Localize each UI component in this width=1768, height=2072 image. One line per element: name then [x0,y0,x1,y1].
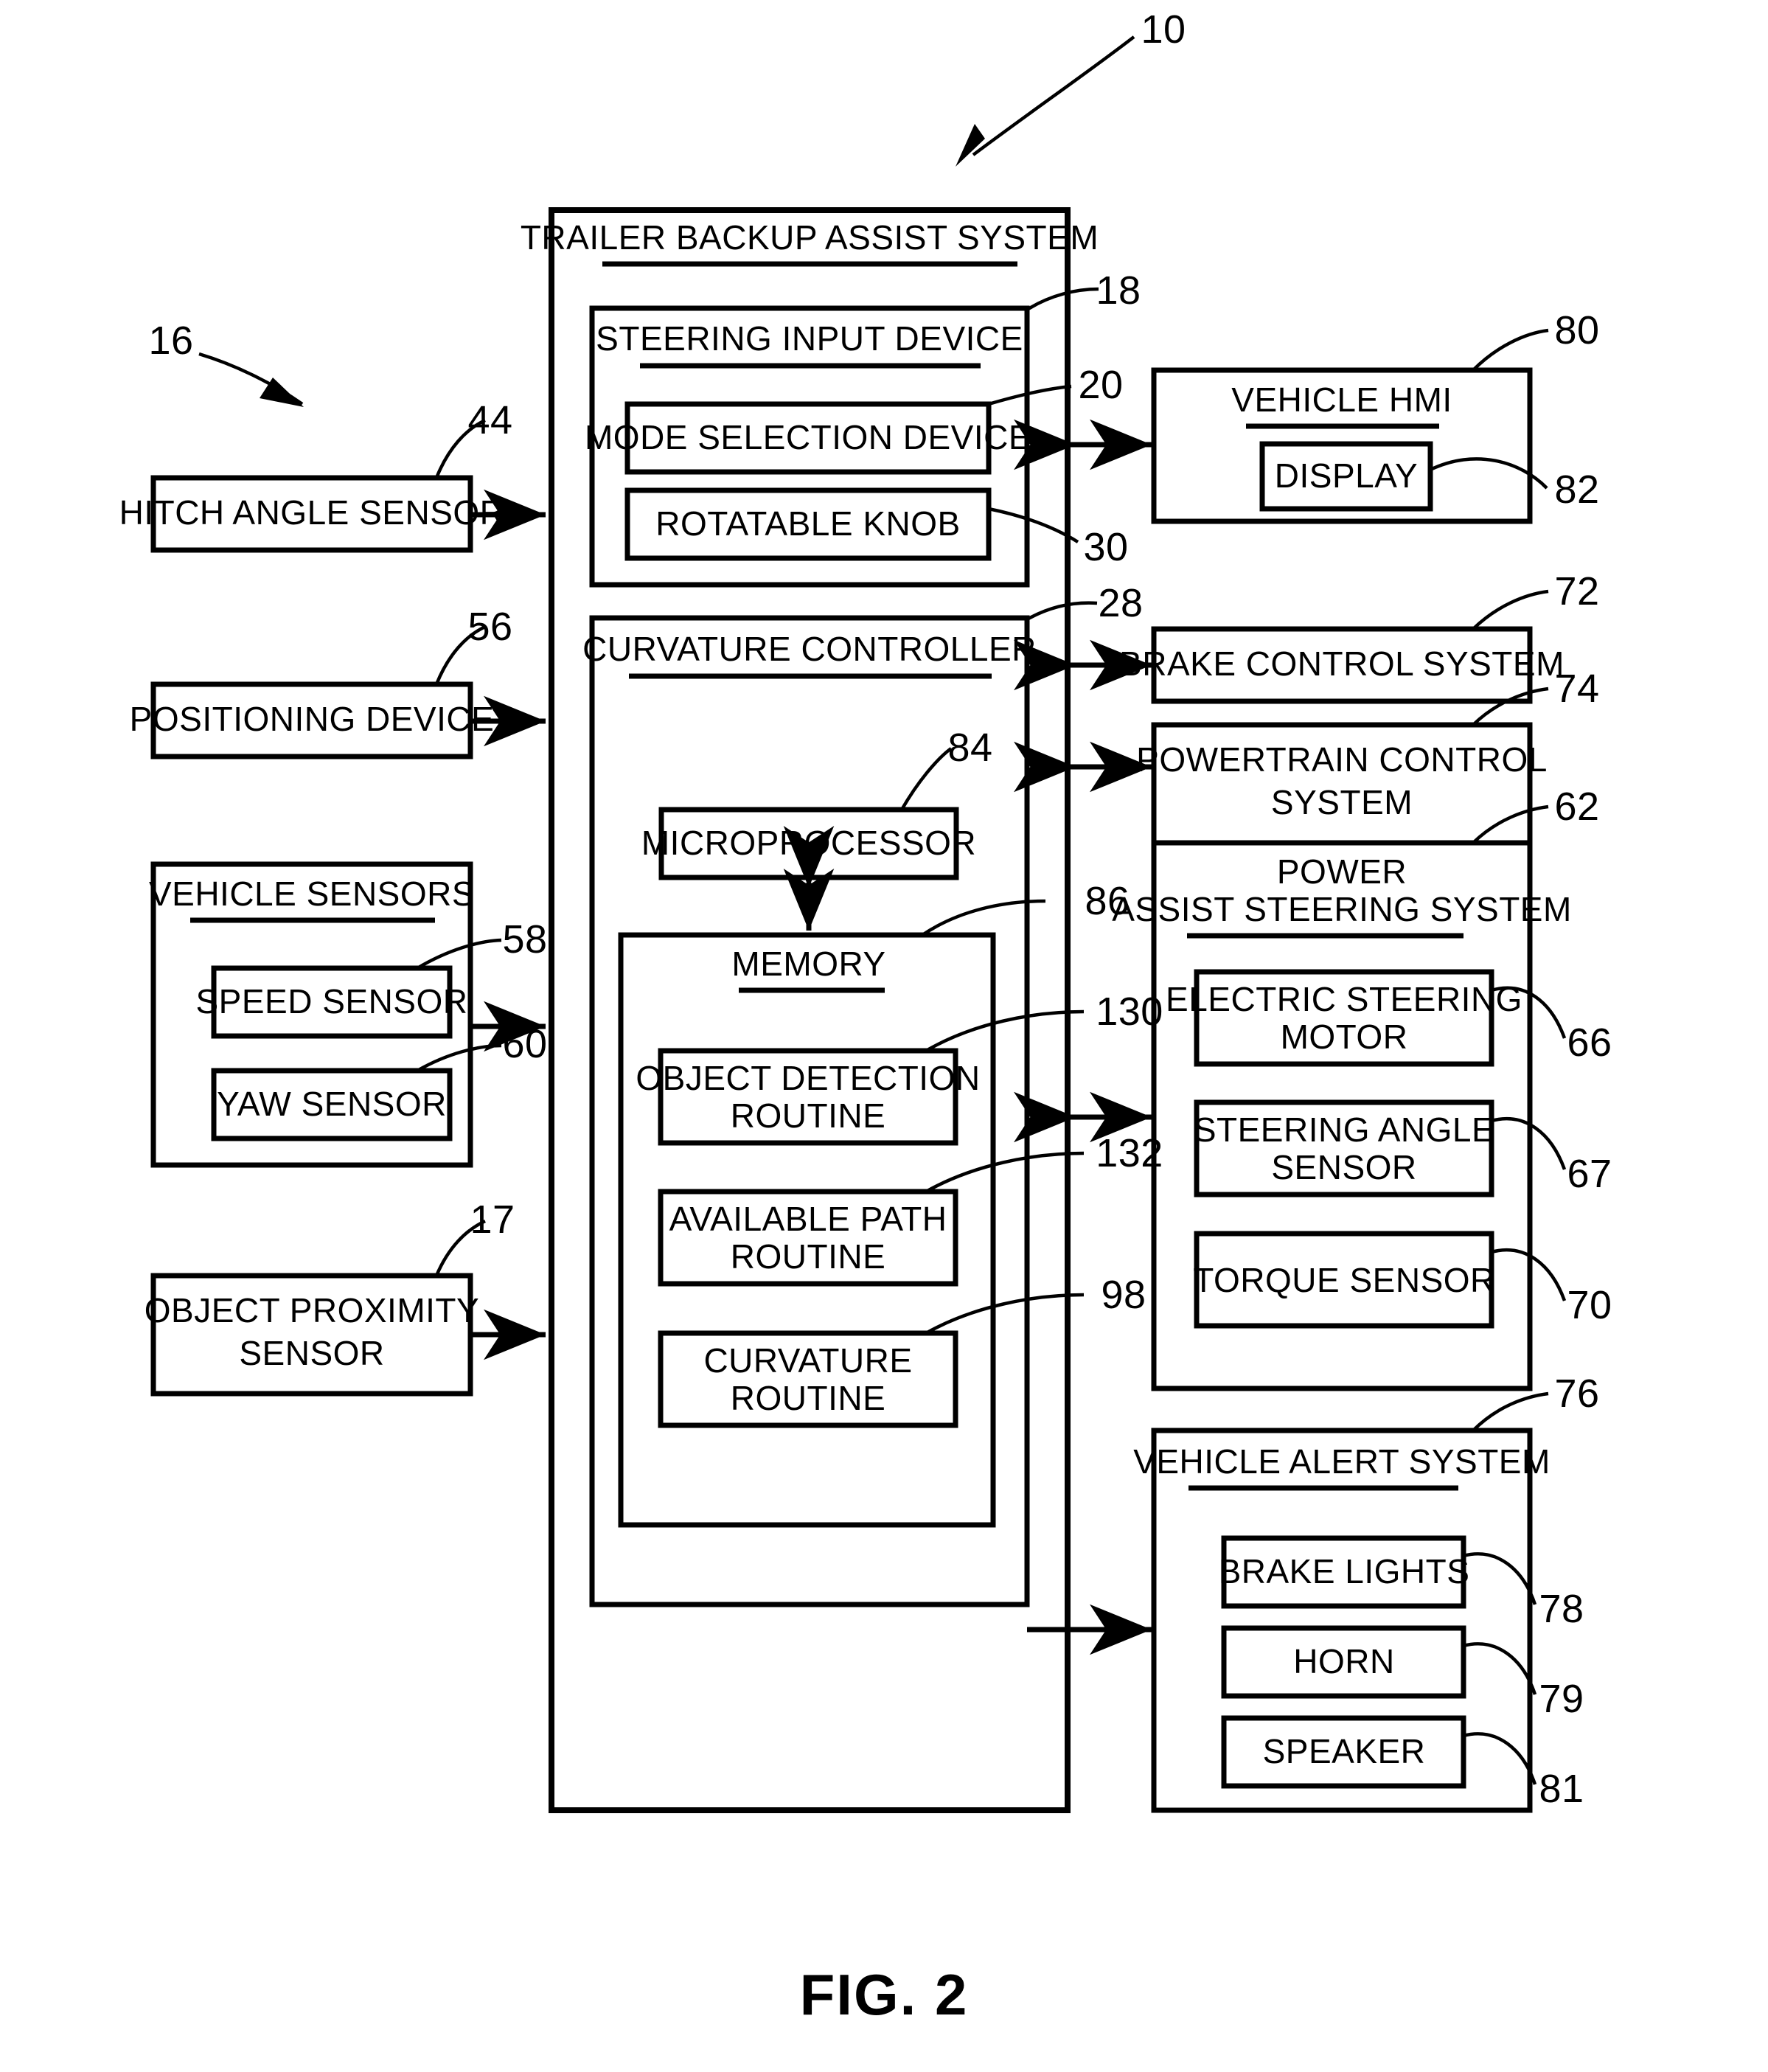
steering-angle-sensor-line1: STEERING ANGLE [1194,1110,1494,1149]
ref-20-label: 20 [1078,363,1123,407]
ref-58-label: 58 [502,917,547,962]
ref-16-leader [198,352,304,407]
ref-67-label: 67 [1567,1152,1612,1196]
object-proximity-sensor-line1: OBJECT PROXIMITY [145,1291,479,1329]
electric-steering-motor-line2: MOTOR [1281,1018,1408,1056]
ref-79-label: 79 [1539,1677,1584,1721]
ref-56-label: 56 [467,605,512,649]
speaker-label: SPEAKER [1263,1732,1426,1770]
trailer-backup-assist-system-title: TRAILER BACKUP ASSIST SYSTEM [521,218,1099,257]
ref-20-leader [988,384,1072,406]
memory-title: MEMORY [731,945,885,983]
ref-30-label: 30 [1083,525,1128,569]
ref-17-label: 17 [470,1197,515,1242]
brake-control-system-label: BRAKE CONTROL SYSTEM [1119,644,1565,683]
ref-62-leader [1472,804,1549,844]
positioning-device-label: POSITIONING DEVICE [130,700,495,738]
microprocessor-label: MICROPROCESSOR [641,824,976,862]
ref-44-label: 44 [467,398,512,442]
curvature-routine-line1: CURVATURE [703,1341,912,1380]
ref-84-label: 84 [947,726,992,770]
ref-28-leader [1026,601,1098,621]
steering-input-device-title: STEERING INPUT DEVICE [596,319,1023,358]
ref-18-label: 18 [1096,268,1141,313]
ref-66-label: 66 [1567,1021,1612,1065]
display-label: DISPLAY [1275,456,1418,495]
ref-60-leader [416,1043,502,1072]
torque-sensor-label: TORQUE SENSOR [1193,1261,1495,1299]
ref-81-label: 81 [1539,1767,1584,1811]
powertrain-control-system-line1: POWERTRAIN CONTROL [1136,740,1548,779]
ref-60-label: 60 [502,1022,547,1066]
ref-98-leader [925,1293,1085,1335]
curvature-routine-line2: ROUTINE [731,1379,886,1417]
horn-label: HORN [1293,1642,1394,1680]
ref-76-label: 76 [1554,1372,1599,1416]
patent-figure: 10 16 TRAILER BACKUP ASSIST SYSTEM STEER… [0,0,1768,2072]
ref-132-leader [925,1151,1085,1193]
object-detection-routine-line1: OBJECT DETECTION [636,1059,980,1097]
ref-28-label: 28 [1098,581,1143,625]
ref-58-leader [416,938,502,970]
ref-72-label: 72 [1554,569,1599,613]
ref-74-label: 74 [1554,667,1599,711]
object-detection-routine-line2: ROUTINE [731,1096,886,1135]
ref-16-label: 16 [148,319,193,363]
brake-lights-label: BRAKE LIGHTS [1219,1552,1470,1590]
vehicle-alert-system-title: VEHICLE ALERT SYSTEM [1133,1442,1551,1481]
ref-62-label: 62 [1554,785,1599,829]
vehicle-sensors-title: VEHICLE SENSORS [149,875,475,913]
ref-81-leader [1463,1732,1537,1785]
ref-79-leader [1463,1642,1537,1695]
vehicle-hmi-title: VEHICLE HMI [1231,380,1452,419]
hitch-angle-sensor-label: HITCH ANGLE SENSOR [119,493,505,532]
ref-10-label: 10 [1141,7,1186,52]
ref-74-leader [1472,686,1549,726]
object-proximity-sensor-line2: SENSOR [239,1334,384,1372]
ref-84-leader [900,747,953,811]
available-path-routine-line1: AVAILABLE PATH [669,1200,947,1238]
ref-98-label: 98 [1101,1273,1146,1317]
figure-caption: FIG. 2 [800,1962,969,2027]
power-assist-steering-title-line1: POWER [1277,852,1407,891]
power-assist-steering-title-line2: ASSIST STEERING SYSTEM [1112,890,1572,928]
steering-angle-sensor-line2: SENSOR [1271,1148,1416,1186]
yaw-sensor-label: YAW SENSOR [217,1085,447,1123]
ref-30-leader [988,507,1079,543]
ref-80-leader [1472,328,1549,372]
speed-sensor-label: SPEED SENSOR [196,982,468,1021]
ref-82-label: 82 [1554,467,1599,512]
ref-78-leader [1463,1552,1537,1605]
powertrain-control-system-line2: SYSTEM [1271,783,1413,821]
ref-130-leader [925,1009,1085,1052]
rotatable-knob-label: ROTATABLE KNOB [655,504,960,543]
ref-80-label: 80 [1554,308,1599,352]
curvature-controller-title: CURVATURE CONTROLLER [582,630,1037,668]
mode-selection-device-label: MODE SELECTION DEVICE [585,418,1031,456]
available-path-routine-line2: ROUTINE [731,1237,886,1276]
ref-78-label: 78 [1539,1587,1584,1631]
ref-72-leader [1472,589,1549,630]
ref-70-label: 70 [1567,1283,1612,1327]
ref-76-leader [1472,1391,1549,1432]
electric-steering-motor-line1: ELECTRIC STEERING [1166,980,1522,1018]
ref-18-leader [1026,287,1099,311]
ref-10-leader [956,35,1135,167]
